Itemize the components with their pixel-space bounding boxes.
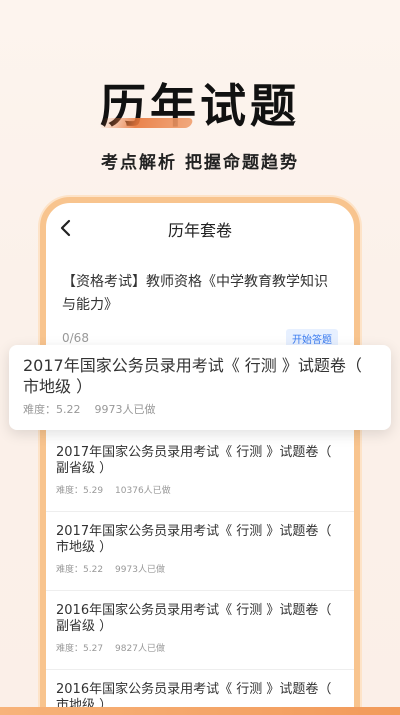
hero-title: 历年试题 [100,79,300,133]
list-item[interactable]: 2016年国家公务员录用考试《 行测 》试题卷（ 副省级 ） 难度：5.27 98… [46,591,354,670]
list-item[interactable]: 2017年国家公务员录用考试《 行测 》试题卷（ 副省级 ） 难度：5.29 10… [46,433,354,512]
highlighted-paper-meta: 难度：5.22 9973人已做 [23,401,377,417]
list-item-count: 9827人已做 [115,644,165,654]
highlighted-paper-count: 9973人已做 [94,403,156,416]
highlighted-paper-difficulty: 难度：5.22 [23,403,81,416]
bottom-accent-bar [0,707,400,715]
list-item-meta: 难度：5.29 10376人已做 [56,483,346,496]
list-item-difficulty: 难度：5.22 [56,565,104,575]
list-item-name: 2017年国家公务员录用考试《 行测 》试题卷（ 市地级 ） [56,524,332,555]
hero-subtitle: 考点解析 把握命题趋势 [101,153,299,173]
highlighted-paper-card[interactable]: 2017年国家公务员录用考试《 行测 》试题卷（ 市地级 ） 难度：5.22 99… [9,345,391,430]
list-item-count: 10376人已做 [115,486,171,496]
exam-card[interactable]: 【资格考试】教师资格《中学教育教学知识与能力》 0/68 开始答题 [56,263,344,353]
list-item-difficulty: 难度：5.27 [56,644,104,654]
list-item-meta: 难度：5.27 9827人已做 [56,641,346,654]
exam-card-title: 【资格考试】教师资格《中学教育教学知识与能力》 [62,274,328,313]
phone-frame: 历年套卷 【资格考试】教师资格《中学教育教学知识与能力》 0/68 开始答题 2… [40,197,360,715]
list-item[interactable]: 2017年国家公务员录用考试《 行测 》试题卷（ 市地级 ） 难度：5.22 99… [46,512,354,591]
nav-bar: 历年套卷 [46,203,354,255]
list-item-name: 2016年国家公务员录用考试《 行测 》试题卷（ 副省级 ） [56,603,332,634]
back-arrow-icon[interactable] [54,217,76,239]
list-item-meta: 难度：5.22 9973人已做 [56,562,346,575]
exam-card-progress: 0/68 [62,331,89,345]
hero-underline [98,118,194,128]
highlighted-paper-name: 2017年国家公务员录用考试《 行测 》试题卷（ 市地级 ） [23,356,362,396]
page-title: 历年套卷 [167,221,232,240]
list-item-count: 9973人已做 [115,565,165,575]
list-item-difficulty: 难度：5.29 [56,486,104,496]
paper-list: 2017年国家公务员录用考试《 行测 》试题卷（ 副省级 ） 难度：5.29 10… [46,433,354,715]
list-item-name: 2017年国家公务员录用考试《 行测 》试题卷（ 副省级 ） [56,445,332,476]
